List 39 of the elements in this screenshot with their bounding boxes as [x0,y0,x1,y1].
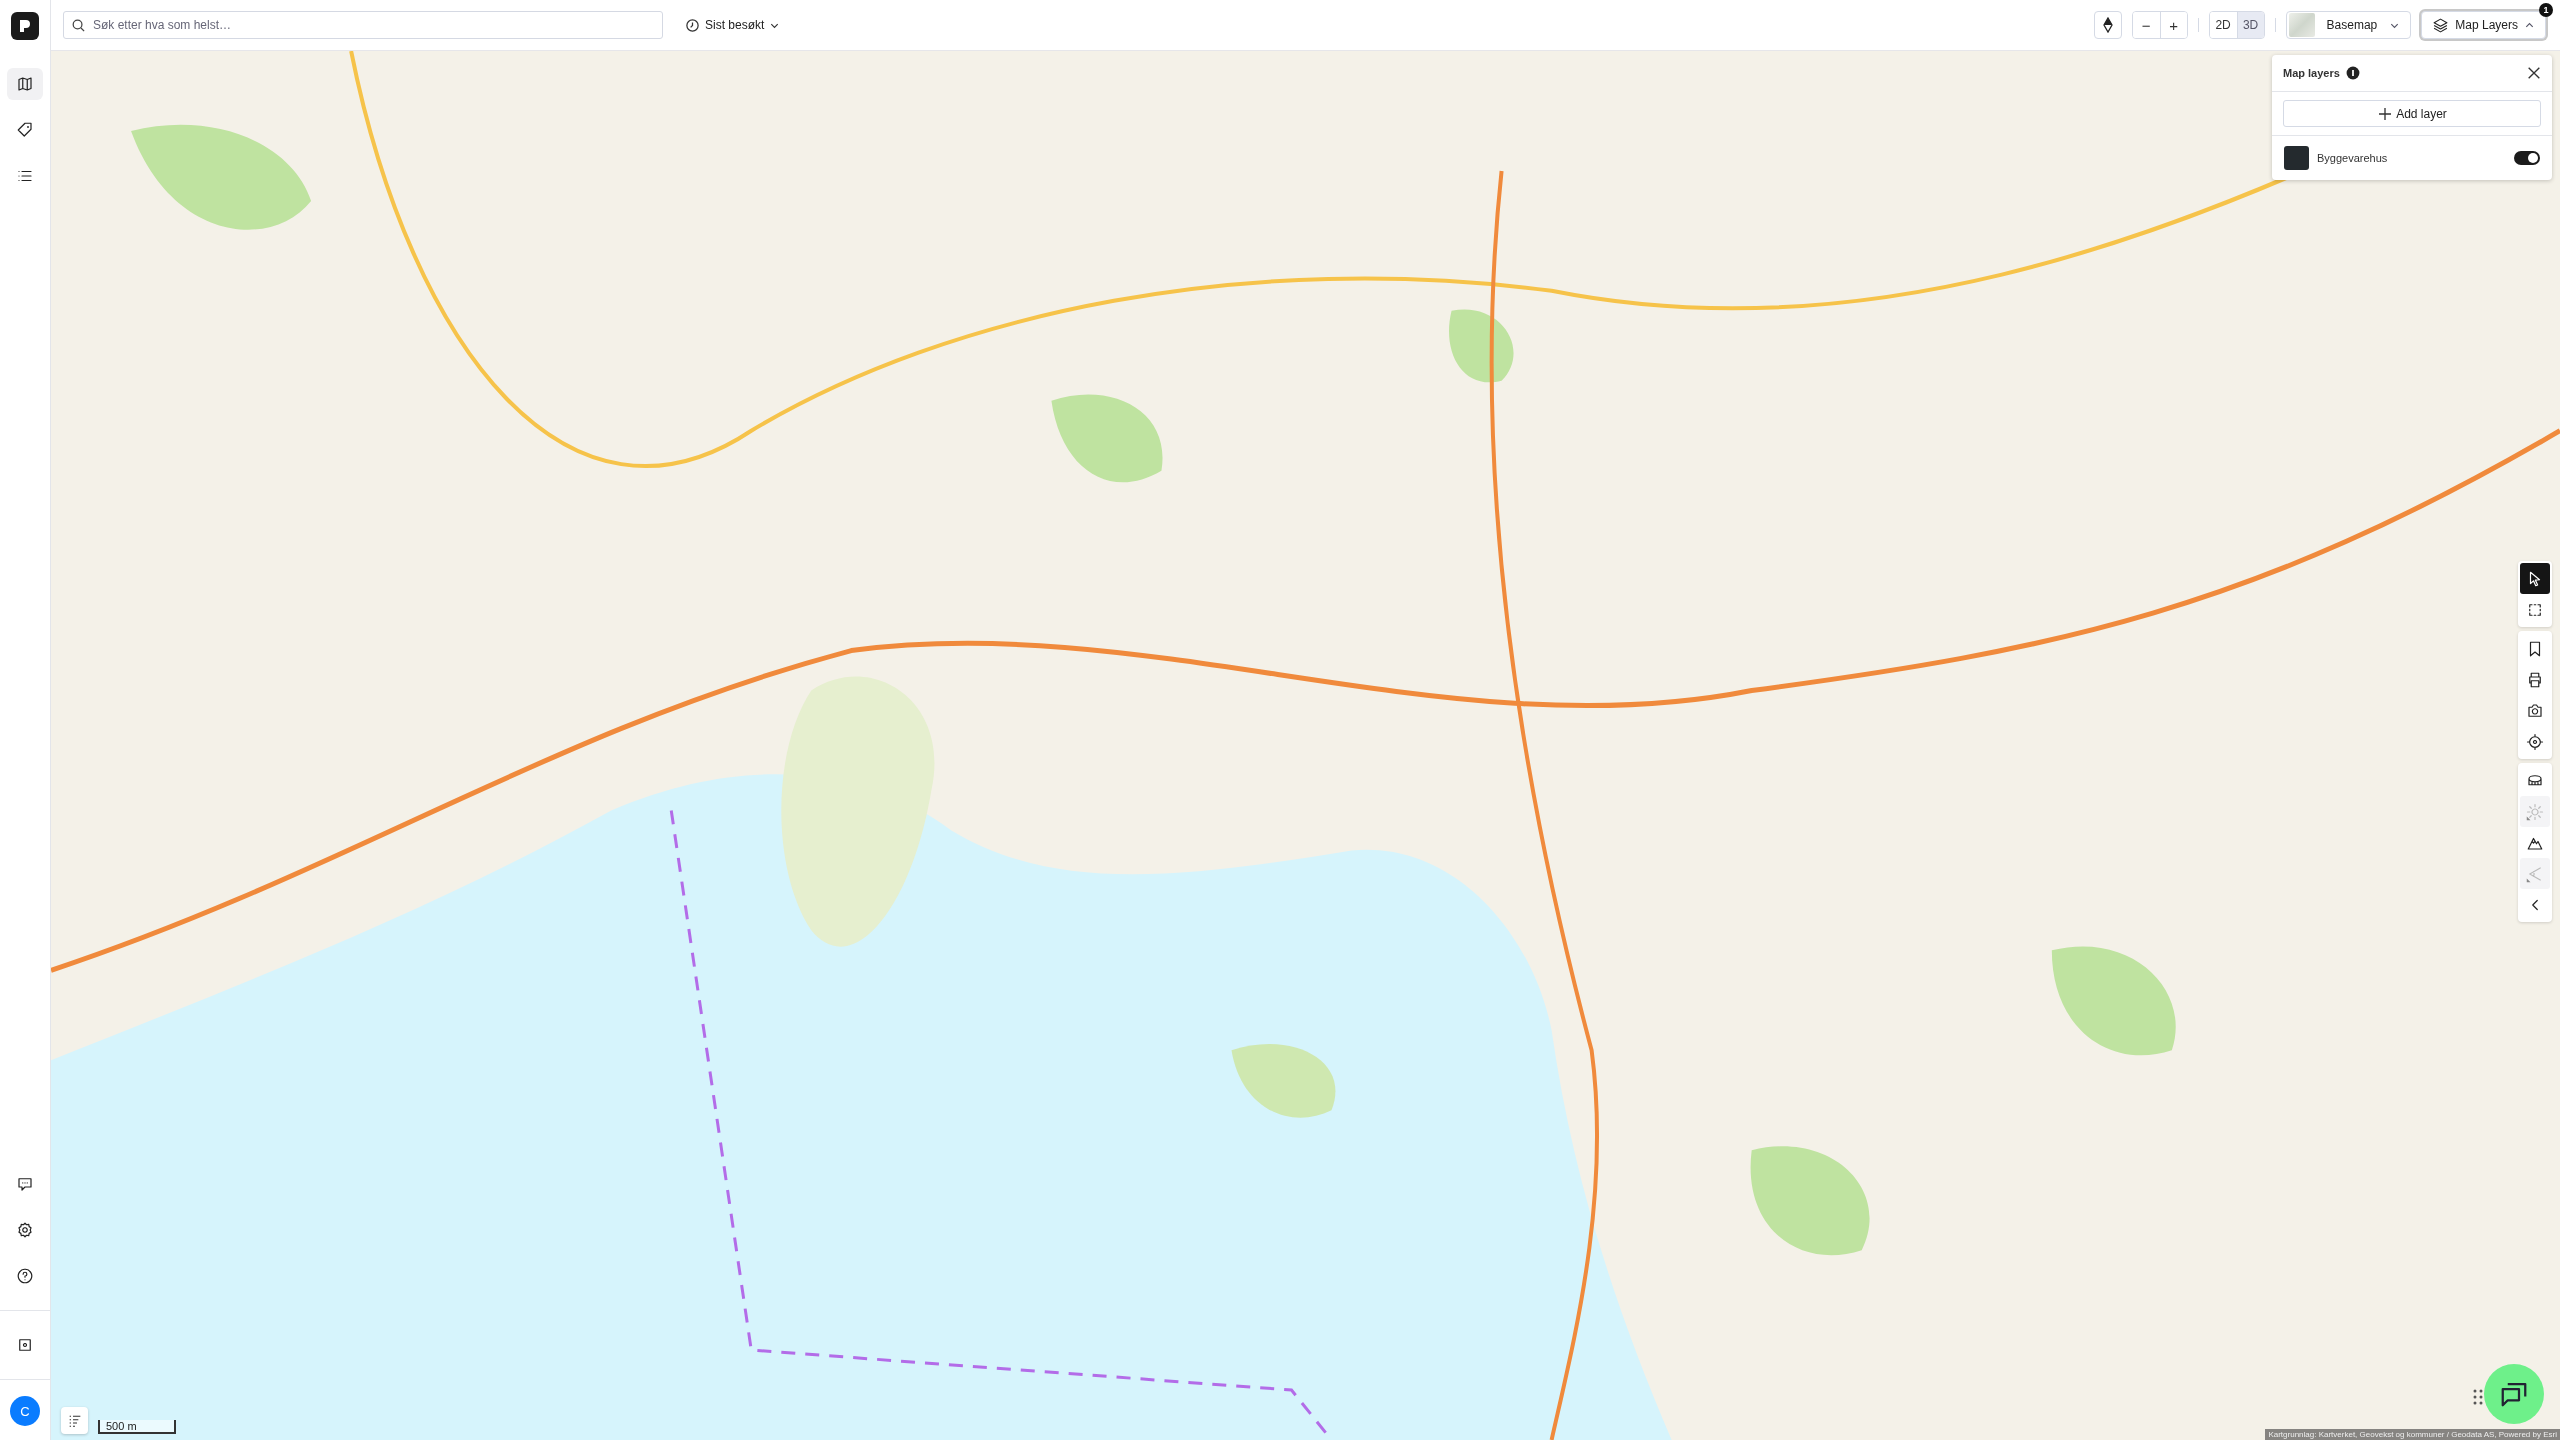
search-field[interactable]: Søk etter hva som helst… [63,11,663,39]
compass-icon [2101,17,2114,33]
help-icon [16,1267,34,1285]
clock-icon [685,17,700,33]
plus-icon [2377,105,2394,122]
record-icon [16,1336,34,1354]
map-nav-button[interactable] [7,68,43,100]
settings-icon [16,1221,34,1239]
count-badge: 1 [2539,3,2553,17]
compass-button[interactable] [2093,11,2122,39]
sun-icon [2526,802,2544,821]
app-logo[interactable] [11,12,39,40]
pointer-tool-button[interactable] [2520,563,2550,594]
layer-toggle[interactable] [2514,151,2540,165]
tag-icon [16,121,34,139]
angle-icon [2526,864,2544,883]
layer-thumbnail [2284,146,2309,170]
info-icon[interactable] [2345,66,2360,80]
layers-icon [2432,16,2450,34]
drag-handle-icon[interactable] [2472,1388,2484,1406]
close-button[interactable] [2526,65,2542,81]
map-attribution: Kartgrunnlag: Kartverket, Geovekst og kommuner / Geodata AS, Powered by Esri [2265,1429,2560,1440]
legend-button[interactable] [61,1407,88,1434]
basemap-thumbnail [2288,13,2315,37]
user-avatar[interactable]: C [10,1396,40,1426]
close-icon [2526,65,2542,81]
zoom-in-button[interactable]: + [2159,12,2187,38]
view-mode-toggle[interactable]: 3D [2236,12,2264,38]
basemap-dropdown[interactable]: Basemap [2285,11,2412,39]
print-icon [2526,670,2544,689]
camera-icon [2526,701,2544,720]
recent-dropdown[interactable]: Sist besøkt [679,16,787,34]
chat-icon [16,1175,34,1193]
scale-bar: 500 m [98,1420,176,1434]
locate-icon [2526,732,2544,751]
map-icon [16,75,34,93]
add-layer-button[interactable]: Add layer [2283,100,2541,127]
panel-title: Map layers [2283,67,2340,79]
layer-name: Byggevarehus [2317,152,2388,164]
